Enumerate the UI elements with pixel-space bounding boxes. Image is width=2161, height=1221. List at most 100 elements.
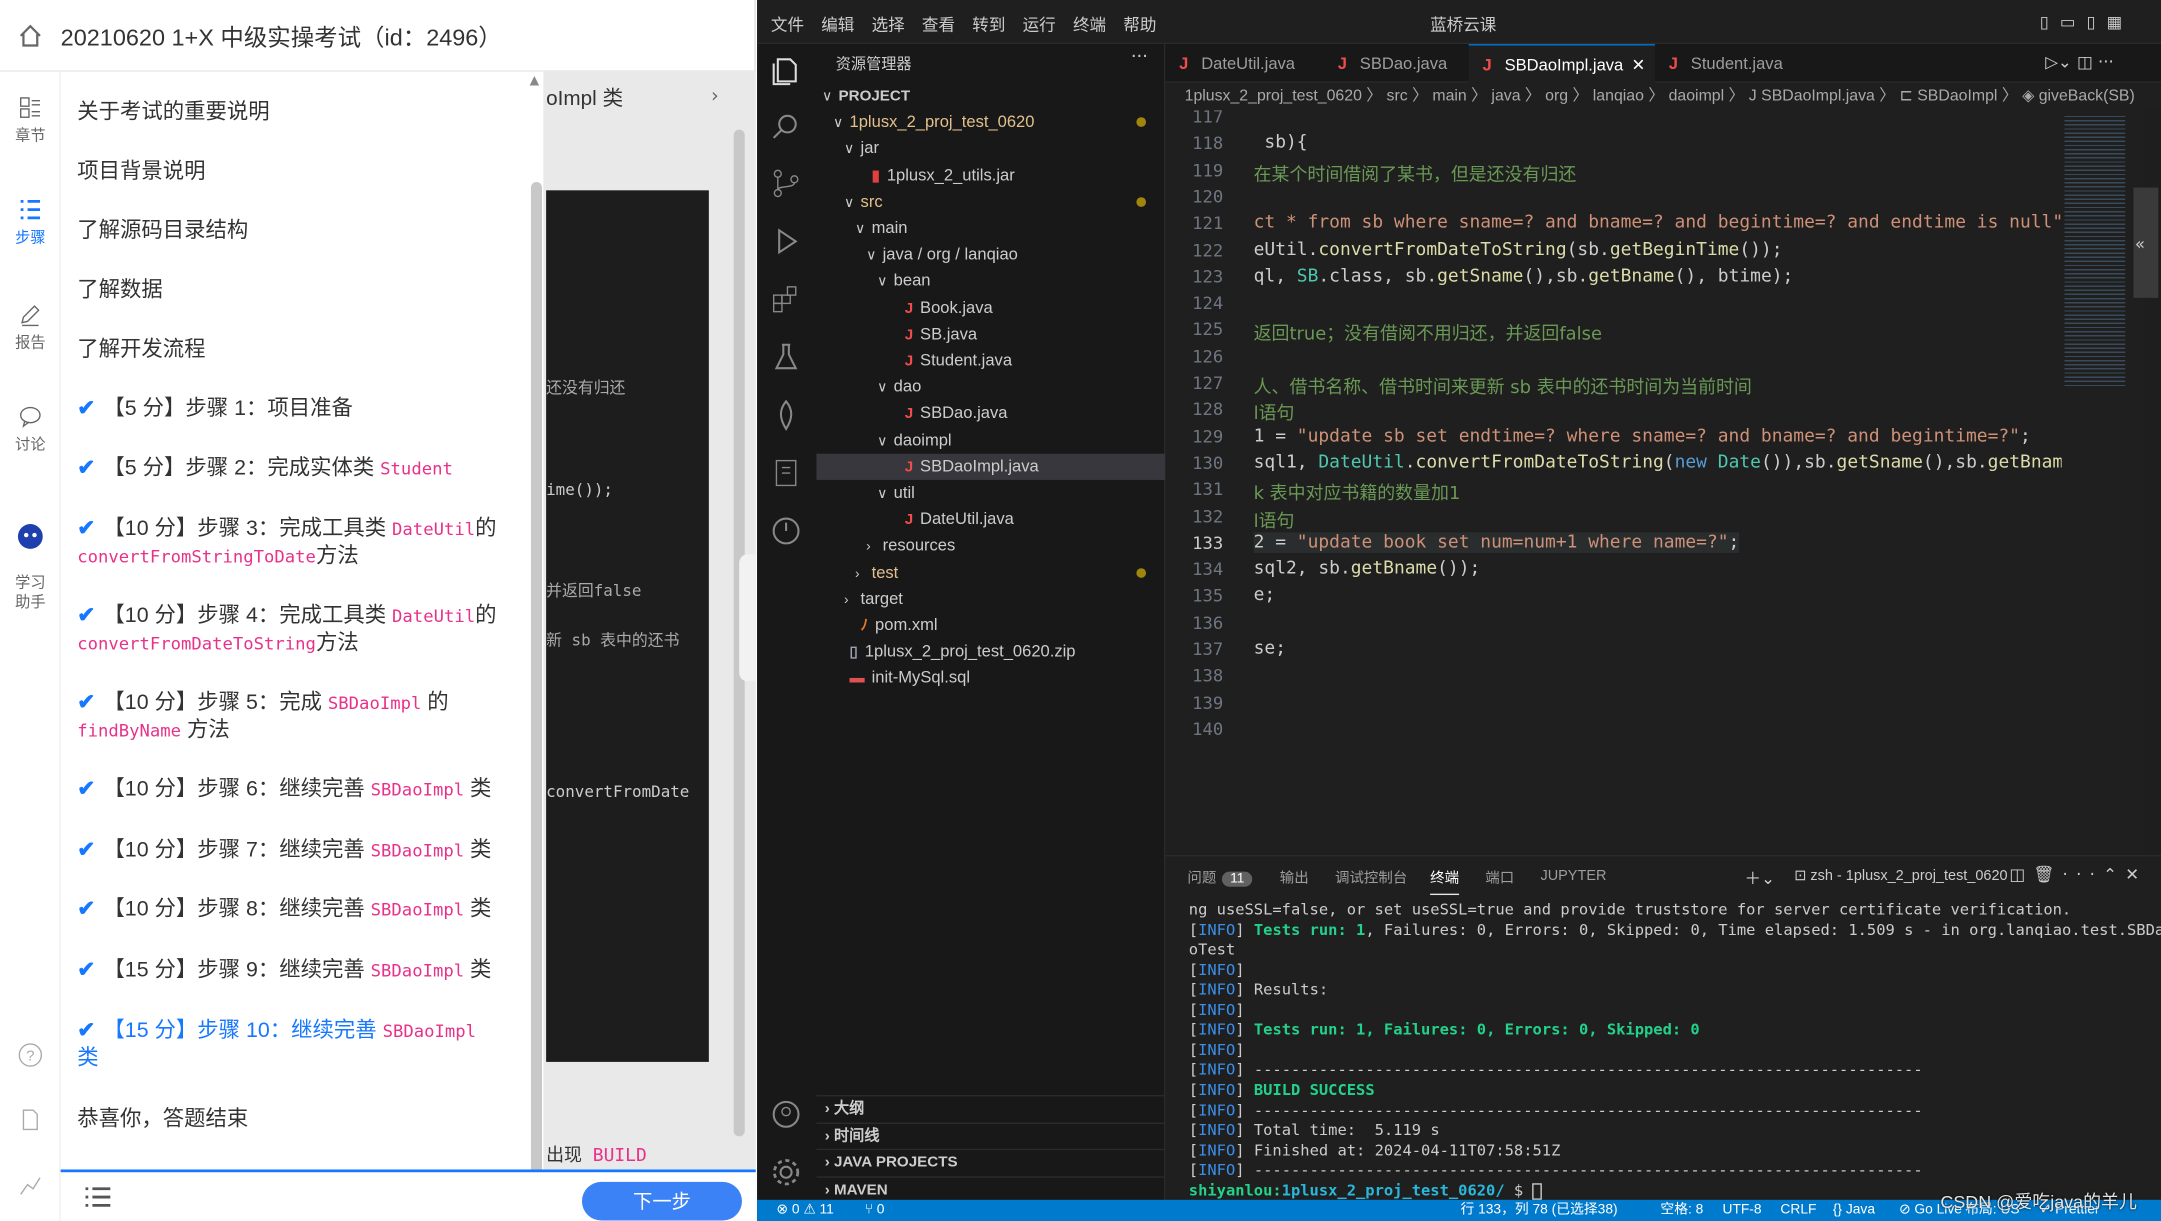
account-icon[interactable]: [770, 1098, 803, 1131]
tree-item[interactable]: ∨ dao: [816, 374, 1165, 400]
remote-icon[interactable]: [770, 456, 803, 489]
mongodb-icon[interactable]: [770, 399, 803, 432]
code-editor[interactable]: 117 118 sb){119 在某个时间借阅了某书，但是还没有归还 120 121 ct…: [1165, 110, 2062, 856]
terminal-selector[interactable]: ⊡ zsh - 1plusx_2_proj_test_0620: [1794, 867, 2007, 884]
sidebar-section[interactable]: › 大纲: [816, 1095, 1166, 1121]
menu-item[interactable]: 文件: [771, 12, 804, 35]
sidebar-section[interactable]: › JAVA PROJECTS: [816, 1148, 1166, 1175]
menu-item[interactable]: 终端: [1073, 12, 1106, 35]
problems-status[interactable]: ⊗ 0 ⚠ 11: [776, 1200, 833, 1221]
chart-icon[interactable]: [0, 1171, 61, 1201]
tree-item[interactable]: ∨ util: [816, 480, 1165, 506]
step-item[interactable]: 关于考试的重要说明: [77, 99, 516, 127]
scroll-up-icon[interactable]: ▲: [530, 74, 540, 88]
tree-item[interactable]: › resources: [816, 533, 1165, 559]
help-icon[interactable]: ?: [0, 1041, 61, 1071]
step-item[interactable]: 恭喜你，答题结束: [77, 1106, 516, 1134]
tree-item[interactable]: ▮ 1plusx_2_utils.jar: [816, 162, 1165, 188]
search-icon[interactable]: [770, 110, 803, 143]
tree-item[interactable]: J SBDaoImpl.java: [816, 453, 1166, 480]
more-actions-icon[interactable]: ···: [1131, 47, 1148, 68]
new-terminal-icon[interactable]: ＋⌄: [1745, 866, 1775, 889]
step-item[interactable]: ✔ 【10 分】步骤 5：完成 SBDaoImpl 的 findByName 方法: [77, 690, 516, 745]
doc-icon[interactable]: [0, 1106, 61, 1136]
menu-item[interactable]: 选择: [872, 12, 905, 35]
tree-item[interactable]: ﾉ pom.xml: [816, 612, 1165, 638]
menu-list-icon[interactable]: [83, 1186, 113, 1208]
editor-tab[interactable]: J Student.java: [1655, 44, 1814, 83]
collapse-handle[interactable]: [739, 554, 756, 682]
step-item[interactable]: ✔ 【10 分】步骤 4：完成工具类 DateUtil的 convertFromDa…: [77, 603, 516, 658]
source-control-icon[interactable]: [770, 167, 803, 200]
menu-item[interactable]: 转到: [972, 12, 1005, 35]
next-step-button[interactable]: 下一步: [581, 1181, 742, 1221]
tree-item[interactable]: ∨ jar: [816, 136, 1165, 162]
panel-tab[interactable]: 端口: [1485, 867, 1514, 888]
extensions-icon[interactable]: [770, 283, 803, 316]
editor-tab[interactable]: J SBDao.java: [1324, 44, 1469, 83]
step-item[interactable]: ✔ 【15 分】步骤 9：继续完善 SBDaoImpl 类: [77, 957, 516, 985]
panel-tab[interactable]: 终端: [1430, 867, 1460, 896]
menu-item[interactable]: 编辑: [821, 12, 854, 35]
tree-item[interactable]: ∨ src: [816, 189, 1165, 215]
home-icon[interactable]: [17, 21, 45, 49]
editor-tab[interactable]: J DateUtil.java: [1165, 44, 1324, 83]
close-icon[interactable]: ✕: [1632, 55, 1646, 74]
tree-item[interactable]: › test: [816, 559, 1165, 585]
editor-tab[interactable]: J SBDaoImpl.java ✕: [1468, 44, 1655, 83]
panel-tab[interactable]: 输出: [1280, 867, 1309, 888]
layout-icons[interactable]: ▯▭▯▦: [2040, 12, 2134, 31]
step-item[interactable]: ✔ 【10 分】步骤 3：完成工具类 DateUtil的 convertFromSt…: [77, 516, 516, 571]
breadcrumb[interactable]: 1plusx_2_proj_test_0620 〉 src 〉 main 〉 j…: [1165, 82, 2161, 111]
tree-item[interactable]: ∨ main: [816, 215, 1165, 241]
sidebar-section[interactable]: › MAVEN: [816, 1175, 1166, 1202]
step-item[interactable]: ✔ 【5 分】步骤 2：完成实体类 Student: [77, 455, 516, 483]
tree-item[interactable]: ▬ init-MySql.sql: [816, 665, 1165, 691]
indent-status[interactable]: 空格: 8: [1660, 1200, 1703, 1221]
step-item[interactable]: 了解开发流程: [77, 337, 516, 365]
step-item[interactable]: 项目背景说明: [77, 159, 516, 187]
panel-tab[interactable]: JUPYTER: [1540, 867, 1606, 884]
tree-item[interactable]: ▯ 1plusx_2_proj_test_0620.zip: [816, 639, 1165, 665]
settings-gear-icon[interactable]: [770, 1156, 803, 1189]
ports-status[interactable]: ⑂ 0: [865, 1200, 885, 1221]
tree-item[interactable]: ∨ 1plusx_2_proj_test_0620: [816, 109, 1165, 135]
tree-item[interactable]: ∨ java / org / lanqiao: [816, 242, 1165, 268]
menu-item[interactable]: 查看: [922, 12, 955, 35]
tree-item[interactable]: J SB.java: [816, 321, 1165, 347]
run-play-icon[interactable]: ▷⌄ ◫ ···: [2045, 52, 2114, 71]
step-item[interactable]: ✔ 【15 分】步骤 10：继续完善 SBDaoImpl 类: [77, 1018, 516, 1073]
rail-steps[interactable]: 步骤: [0, 196, 61, 248]
testing-icon[interactable]: [770, 341, 803, 374]
encoding-status[interactable]: UTF-8: [1722, 1200, 1761, 1221]
step-item[interactable]: ✔ 【10 分】步骤 6：继续完善 SBDaoImpl 类: [77, 776, 516, 804]
step-item[interactable]: ✔ 【10 分】步骤 8：继续完善 SBDaoImpl 类: [77, 896, 516, 924]
language-status[interactable]: {} Java: [1833, 1200, 1875, 1221]
step-item[interactable]: 了解源码目录结构: [77, 218, 516, 246]
terminal-output[interactable]: ng useSSL=false, or set useSSL=true and …: [1165, 898, 2161, 1201]
step-item[interactable]: ✔ 【10 分】步骤 7：继续完善 SBDaoImpl 类: [77, 837, 516, 865]
tree-item[interactable]: ∨ daoimpl: [816, 427, 1165, 453]
sidebar-section[interactable]: › 时间线: [816, 1121, 1166, 1148]
run-debug-icon[interactable]: [770, 225, 803, 258]
collapse-secondary-icon[interactable]: «: [2135, 234, 2145, 253]
panel-tab[interactable]: 调试控制台: [1335, 867, 1407, 888]
tree-item[interactable]: ∨ PROJECT: [816, 83, 1165, 109]
tree-item[interactable]: J Book.java: [816, 295, 1165, 321]
tree-item[interactable]: J DateUtil.java: [816, 506, 1165, 532]
step-item[interactable]: ✔ 【5 分】步骤 1：项目准备: [77, 396, 516, 424]
menu-item[interactable]: 帮助: [1123, 12, 1156, 35]
explorer-icon[interactable]: [770, 55, 803, 88]
panel-tab[interactable]: 问题 11: [1187, 867, 1253, 888]
cursor-position[interactable]: 行 133，列 78 (已选择38): [1460, 1200, 1617, 1221]
rail-report[interactable]: 报告: [0, 301, 61, 353]
step-item[interactable]: 了解数据: [77, 277, 516, 305]
eol-status[interactable]: CRLF: [1780, 1200, 1816, 1221]
menu-item[interactable]: 运行: [1023, 12, 1056, 35]
rail-discuss[interactable]: 讨论: [0, 403, 61, 455]
rail-assistant[interactable]: 学习 助手: [0, 502, 61, 612]
tree-item[interactable]: › target: [816, 586, 1165, 612]
minimap[interactable]: «: [2061, 110, 2159, 856]
rail-chapters[interactable]: 章节: [0, 94, 61, 146]
tree-item[interactable]: J Student.java: [816, 348, 1165, 374]
